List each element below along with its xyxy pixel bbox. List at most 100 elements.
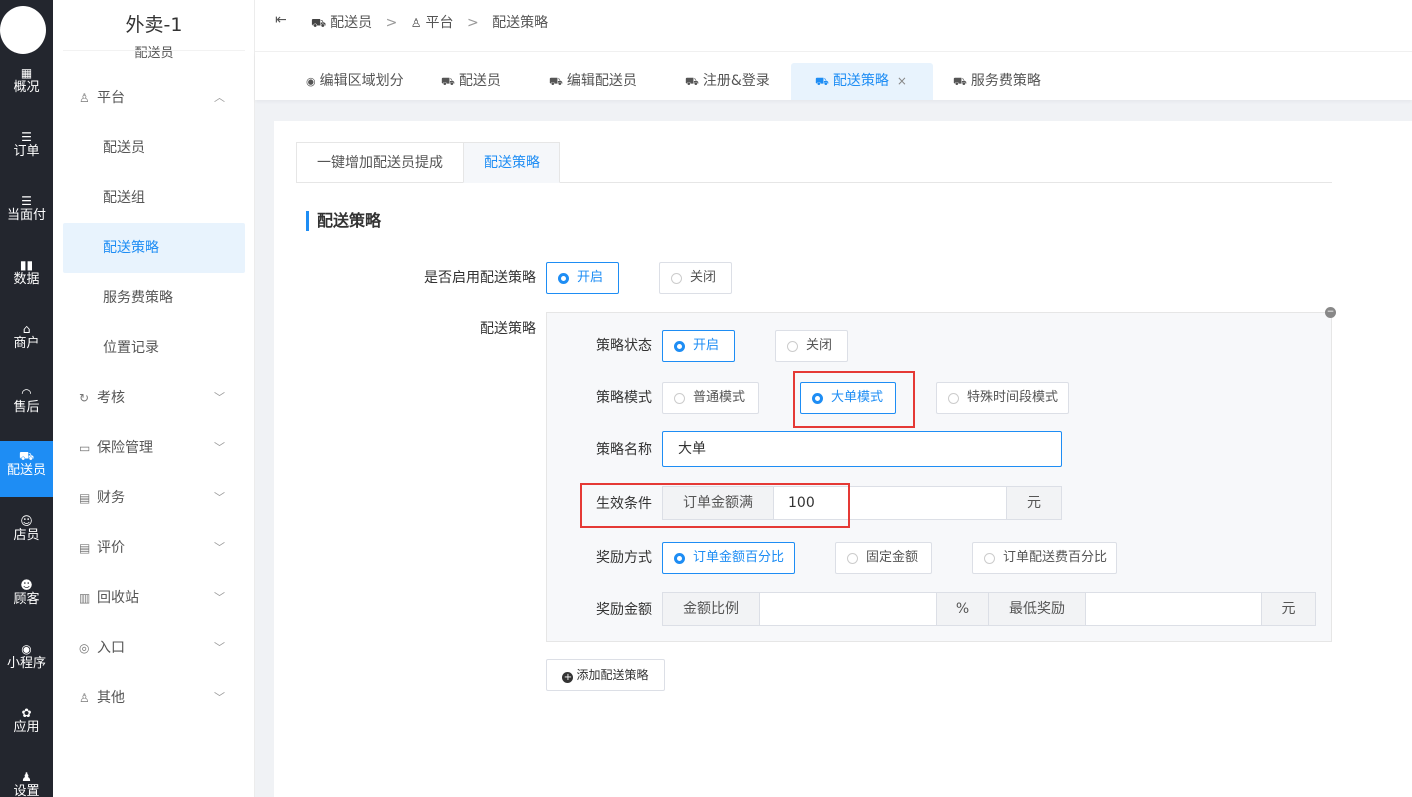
mode-special-period-radio[interactable]: 特殊时间段模式: [936, 382, 1069, 414]
collapse-sidebar-icon[interactable]: ⇤: [275, 12, 287, 28]
condition-amount-input[interactable]: 100: [773, 486, 1007, 520]
scooter-icon: ⛟: [441, 75, 455, 88]
reward-fee-percent-radio[interactable]: 订单配送费百分比: [972, 542, 1117, 574]
tab-courier[interactable]: ⛟ 配送员: [427, 63, 515, 100]
ratio-input[interactable]: [759, 592, 937, 626]
main-nav-rail: ▦ 概况 ☰ 订单 ☰ 当面付 ▮▮ 数据 ⌂ 商户 ◠ 售后 ⛟ 配送员 ☺ 店员 ☻ 顾客 ◉…: [0, 0, 53, 797]
status-off-radio[interactable]: 关闭: [775, 330, 848, 362]
min-reward-input[interactable]: [1085, 592, 1262, 626]
radio-unchecked-icon: [787, 341, 798, 352]
dashboard-icon: ▦: [20, 66, 33, 80]
menu-group-finance[interactable]: ▤ 财务 ﹀: [79, 486, 249, 510]
strategy-name-input[interactable]: 大单: [662, 431, 1062, 467]
add-strategy-button[interactable]: + 添加配送策略: [546, 659, 665, 691]
breadcrumb-separator: >: [385, 15, 398, 31]
subtab-delivery-strategy[interactable]: 配送策略: [463, 142, 560, 183]
tab-register-login[interactable]: ⛟ 注册&登录: [671, 63, 784, 100]
rail-item-overview[interactable]: ▦ 概况: [0, 62, 53, 118]
enable-on-radio[interactable]: 开启: [546, 262, 619, 294]
status-on-radio[interactable]: 开启: [662, 330, 735, 362]
breadcrumb-item-platform[interactable]: 平台: [426, 15, 454, 31]
tab-edit-region[interactable]: ◉ 编辑区域划分: [292, 63, 418, 100]
list-icon: ☰: [21, 194, 32, 208]
divider: [63, 50, 245, 51]
scooter-icon: ⛟: [815, 75, 829, 88]
store-subtitle: 配送员: [134, 46, 174, 61]
user-icon: ♙: [79, 91, 90, 105]
reward-fixed-radio[interactable]: 固定金额: [835, 542, 932, 574]
tab-service-fee-strategy[interactable]: ⛟ 服务费策略: [939, 63, 1055, 100]
rail-item-apps[interactable]: ✿ 应用: [0, 702, 53, 758]
rail-item-staff[interactable]: ☺ 店员: [0, 510, 53, 566]
breadcrumb: ⛟ 配送员 > ♙ 平台 > 配送策略: [311, 12, 548, 32]
bar-chart-icon: ▮▮: [19, 258, 34, 272]
mode-normal-radio[interactable]: 普通模式: [662, 382, 759, 414]
page-tabs: ◉ 编辑区域划分 ⛟ 配送员 ⛟ 编辑配送员 ⛟ 注册&登录 ⛟ 配送策略 × ⛟ 服务费策略: [255, 52, 1412, 100]
enable-strategy-label: 是否启用配送策略: [424, 270, 536, 286]
rail-item-settings[interactable]: ♟ 设置: [0, 766, 53, 797]
scooter-icon: ⛟: [311, 16, 327, 30]
strategy-box: − 策略状态 开启 关闭 策略模式 普通模式 大单模式 特殊时间段模式 策略名称…: [546, 307, 1336, 642]
content-card: 一键增加配送员提成 配送策略 配送策略 是否启用配送策略 开启 关闭 配送策略 …: [274, 121, 1412, 797]
reward-type-label: 奖励方式: [596, 550, 652, 566]
radio-unchecked-icon: [948, 393, 959, 404]
reward-amount-label: 奖励金额: [596, 602, 652, 618]
menu-group-entry[interactable]: ◎ 入口 ﹀: [79, 636, 249, 660]
menu-group-review[interactable]: ▤ 评价 ﹀: [79, 536, 249, 560]
sidebar-item-service-fee-strategy[interactable]: 服务费策略: [63, 273, 245, 323]
refresh-icon: ↻: [79, 391, 90, 405]
rail-item-data[interactable]: ▮▮ 数据: [0, 254, 53, 310]
avatar[interactable]: [0, 6, 46, 54]
name-label: 策略名称: [596, 442, 652, 458]
subtab-add-commission[interactable]: 一键增加配送员提成: [296, 142, 464, 183]
radio-unchecked-icon: [674, 393, 685, 404]
laptop-icon: ▭: [79, 441, 91, 455]
rail-item-courier[interactable]: ⛟ 配送员: [0, 441, 53, 497]
chevron-down-icon: ﹀: [214, 491, 225, 504]
radio-checked-icon: [812, 393, 823, 404]
sidebar-item-delivery-strategy[interactable]: 配送策略: [63, 223, 245, 273]
condition-suffix: 元: [1006, 486, 1062, 520]
radio-checked-icon: [558, 273, 569, 284]
mode-large-order-radio[interactable]: 大单模式: [800, 382, 896, 414]
ledger-icon: ▤: [79, 491, 91, 505]
store-icon: ⌂: [22, 322, 31, 336]
menu-group-platform[interactable]: ♙ 平台 ︿: [79, 86, 249, 110]
rail-item-mini-program[interactable]: ◉ 小程序: [0, 638, 53, 694]
sidebar-item-courier[interactable]: 配送员: [63, 123, 245, 173]
headset-icon: ◠: [21, 386, 32, 400]
sidebar-item-courier-group[interactable]: 配送组: [63, 173, 245, 223]
rail-item-orders[interactable]: ☰ 订单: [0, 126, 53, 182]
min-reward-suffix: 元: [1261, 592, 1316, 626]
chevron-down-icon: ﹀: [214, 391, 225, 404]
menu-group-assessment[interactable]: ↻ 考核 ﹀: [79, 386, 249, 410]
scooter-icon: ⛟: [549, 75, 563, 88]
users-icon: ☺: [20, 514, 33, 528]
breadcrumb-item-courier[interactable]: 配送员: [330, 15, 372, 31]
breadcrumb-item-current: 配送策略: [492, 15, 549, 31]
close-icon[interactable]: ×: [897, 74, 907, 88]
rail-item-customers[interactable]: ☻ 顾客: [0, 574, 53, 630]
rail-item-face-pay[interactable]: ☰ 当面付: [0, 190, 53, 246]
apps-icon: ✿: [21, 706, 32, 720]
reward-order-percent-radio[interactable]: 订单金额百分比: [662, 542, 795, 574]
user-voice-icon: ♙: [79, 691, 90, 705]
sidebar-item-location-log[interactable]: 位置记录: [63, 323, 245, 373]
plus-circle-icon: +: [562, 672, 574, 683]
radio-unchecked-icon: [671, 273, 682, 284]
chevron-down-icon: ﹀: [214, 641, 225, 654]
scooter-icon: ⛟: [18, 449, 35, 463]
rail-item-after-sales[interactable]: ◠ 售后: [0, 382, 53, 438]
radio-checked-icon: [674, 341, 685, 352]
tab-edit-courier[interactable]: ⛟ 编辑配送员: [535, 63, 651, 100]
menu-group-insurance[interactable]: ▭ 保险管理 ﹀: [79, 436, 249, 460]
enable-off-radio[interactable]: 关闭: [659, 262, 732, 294]
breadcrumb-separator: >: [466, 15, 479, 31]
trash-icon: ▥: [79, 591, 91, 605]
tab-delivery-strategy[interactable]: ⛟ 配送策略 ×: [791, 63, 933, 100]
menu-group-recycle-bin[interactable]: ▥ 回收站 ﹀: [79, 586, 249, 610]
remove-strategy-icon[interactable]: −: [1325, 307, 1336, 318]
rail-item-merchant[interactable]: ⌂ 商户: [0, 318, 53, 374]
chevron-down-icon: ﹀: [214, 691, 225, 704]
menu-group-other[interactable]: ♙ 其他 ﹀: [79, 686, 249, 710]
